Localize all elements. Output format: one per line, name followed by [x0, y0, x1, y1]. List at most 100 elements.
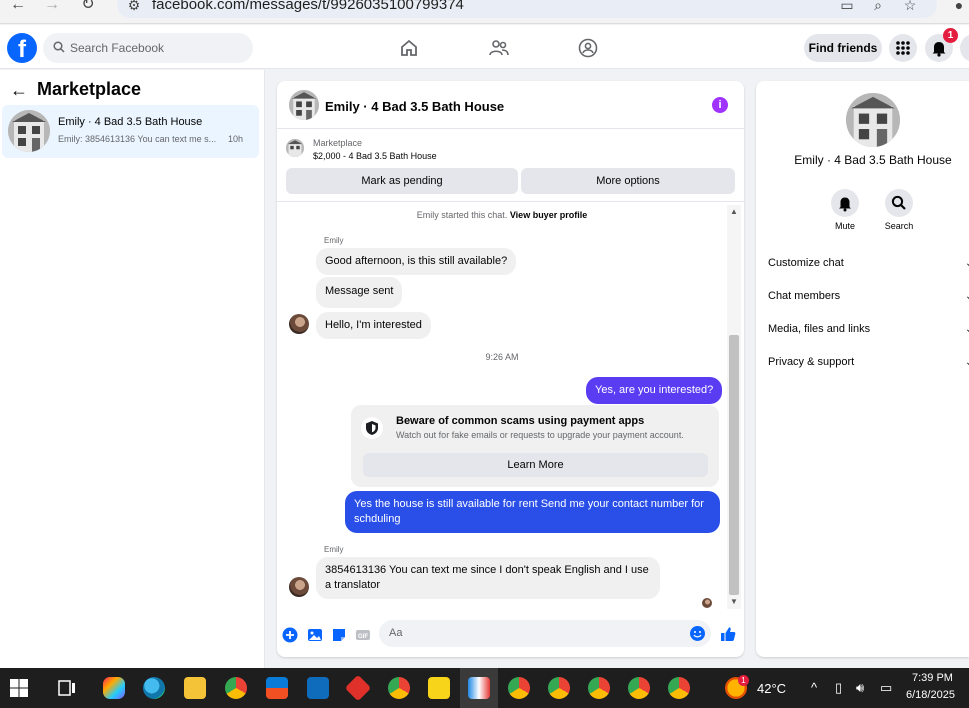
thumbs-up-icon[interactable]: [719, 625, 737, 643]
chat-started-line: Emily started this chat. View buyer prof…: [277, 210, 727, 220]
account-avatar[interactable]: [960, 34, 969, 62]
mute-label: Mute: [834, 221, 855, 231]
info-icon[interactable]: i: [712, 97, 728, 113]
chrome-profile-icon[interactable]: [548, 677, 570, 699]
scroll-thumb[interactable]: [729, 335, 739, 595]
windows-taskbar: 1 42°C ^ ▯ 🔊︎ ▭ 7:39 PM 6/18/2025: [0, 668, 969, 708]
listing-small-thumbnail[interactable]: [286, 139, 304, 157]
site-info-icon[interactable]: ⚙: [125, 0, 143, 12]
scroll-down-arrow-icon[interactable]: ▼: [729, 597, 739, 607]
conversation-preview: Emily: 3854613136 You can text me s...: [58, 134, 217, 144]
chrome-profile-icon[interactable]: [588, 677, 610, 699]
microsoft-store-icon[interactable]: [266, 677, 288, 699]
message-input[interactable]: Aa: [379, 620, 711, 647]
edge-browser-icon[interactable]: [143, 677, 165, 699]
friends-icon[interactable]: [488, 37, 510, 59]
reload-icon[interactable]: ↻: [78, 0, 98, 14]
sender-avatar[interactable]: [289, 314, 309, 334]
sidebar-title: Marketplace: [37, 79, 142, 99]
battery-icon[interactable]: ▯: [835, 680, 842, 696]
back-arrow-icon[interactable]: ←: [8, 0, 28, 14]
chrome-profile-icon[interactable]: [628, 677, 650, 699]
task-view-icon[interactable]: [56, 677, 78, 699]
incoming-message[interactable]: Message sent: [316, 277, 403, 308]
chrome-icon[interactable]: [225, 677, 247, 699]
time-divider: 9:26 AM: [485, 352, 519, 362]
speaker-icon[interactable]: 🔊︎: [856, 680, 864, 696]
search-chat-button[interactable]: [885, 189, 913, 217]
install-icon[interactable]: ▭: [838, 0, 856, 12]
chrome-profile-icon[interactable]: [668, 677, 690, 699]
listing-thumbnail: [8, 110, 50, 152]
anydesk-icon[interactable]: [344, 674, 372, 702]
chevron-down-icon[interactable]: ⌄: [965, 258, 969, 269]
gif-icon[interactable]: GIF: [355, 627, 371, 643]
mark-pending-button[interactable]: Mark as pending: [286, 168, 518, 194]
plus-icon[interactable]: [282, 627, 298, 643]
copilot-icon[interactable]: [103, 677, 125, 699]
customize-chat-row[interactable]: Customize chat: [768, 257, 844, 269]
clock-time[interactable]: 7:39 PM: [912, 672, 953, 684]
chrome-profile-icon[interactable]: [388, 677, 410, 699]
chat-details-panel: Emily · 4 Bad 3.5 Bath House Mute Search…: [756, 81, 969, 657]
view-buyer-profile-link[interactable]: View buyer profile: [510, 210, 587, 220]
learn-more-button[interactable]: Learn More: [363, 453, 708, 477]
outlook-icon[interactable]: [307, 677, 329, 699]
outgoing-message[interactable]: Yes the house is still available for ren…: [345, 491, 720, 533]
scroll-up-arrow-icon[interactable]: ▲: [729, 207, 739, 217]
temperature-text[interactable]: 42°C: [757, 681, 786, 696]
back-arrow-icon[interactable]: ←: [10, 80, 28, 101]
bookmark-star-icon[interactable]: ☆: [901, 0, 919, 12]
chat-title[interactable]: Emily · 4 Bad 3.5 Bath House: [325, 99, 504, 114]
incoming-message[interactable]: Hello, I'm interested: [316, 312, 431, 339]
sticker-icon[interactable]: [331, 627, 347, 643]
snipping-tool-icon[interactable]: [468, 677, 490, 699]
listing-price[interactable]: $2,000 - 4 Bad 3.5 Bath House: [313, 151, 437, 161]
outgoing-message[interactable]: Yes, are you interested?: [586, 377, 723, 404]
photo-icon[interactable]: [307, 627, 323, 643]
menu-grid-button[interactable]: [889, 34, 917, 62]
chevron-down-icon[interactable]: ⌄: [965, 291, 969, 302]
emoji-icon[interactable]: [690, 626, 705, 641]
file-explorer-icon[interactable]: [184, 677, 206, 699]
weather-badge: 1: [738, 675, 749, 686]
home-icon[interactable]: [398, 37, 420, 59]
chat-header: Emily · 4 Bad 3.5 Bath House i: [277, 81, 744, 129]
facebook-logo-icon[interactable]: f: [7, 33, 37, 63]
sender-label: Emily: [324, 545, 344, 554]
sender-avatar[interactable]: [289, 577, 309, 597]
message-scrollbar[interactable]: ▲ ▼: [727, 205, 741, 609]
forward-arrow-icon[interactable]: →: [42, 0, 62, 14]
privacy-support-row[interactable]: Privacy & support: [768, 356, 854, 368]
chat-members-row[interactable]: Chat members: [768, 290, 840, 302]
more-options-button[interactable]: More options: [521, 168, 735, 194]
media-files-links-row[interactable]: Media, files and links: [768, 323, 870, 335]
chevron-up-icon[interactable]: ^: [811, 680, 817, 695]
windows-start-icon[interactable]: [8, 677, 30, 699]
chevron-down-icon[interactable]: ⌄: [965, 357, 969, 368]
mute-button[interactable]: [831, 189, 859, 217]
network-icon[interactable]: ▭: [880, 680, 892, 696]
clock-date[interactable]: 6/18/2025: [906, 689, 955, 701]
groups-icon[interactable]: [577, 37, 599, 59]
chat-window: Emily · 4 Bad 3.5 Bath House i Marketpla…: [277, 81, 744, 657]
url-text[interactable]: facebook.com/messages/t/9926035100799374: [152, 0, 464, 13]
incoming-message[interactable]: 3854613136 You can text me since I don't…: [316, 557, 660, 599]
chrome-profile-icon[interactable]: [508, 677, 530, 699]
chevron-down-icon[interactable]: ⌄: [965, 324, 969, 335]
zoom-icon[interactable]: ⌕: [869, 0, 887, 12]
message-list: Emily started this chat. View buyer prof…: [277, 203, 744, 611]
conversation-name: Emily · 4 Bad 3.5 Bath House: [58, 116, 203, 128]
browser-toolbar: ← → ↻ ⚙ facebook.com/messages/t/99260351…: [0, 0, 969, 24]
incoming-message[interactable]: Good afternoon, is this still available?: [316, 248, 517, 275]
conversation-item[interactable]: Emily · 4 Bad 3.5 Bath House Emily: 3854…: [2, 105, 259, 158]
chat-header-thumbnail[interactable]: [289, 90, 319, 120]
compose-bar: GIF Aa: [277, 619, 744, 651]
search-input[interactable]: Search Facebook: [43, 33, 253, 63]
sender-label: Emily: [324, 236, 344, 245]
find-friends-button[interactable]: Find friends: [804, 34, 882, 62]
details-thumbnail[interactable]: [846, 93, 900, 147]
search-label: Search: [884, 221, 914, 231]
sticky-notes-icon[interactable]: [428, 677, 450, 699]
profile-icon[interactable]: ●: [950, 0, 968, 12]
